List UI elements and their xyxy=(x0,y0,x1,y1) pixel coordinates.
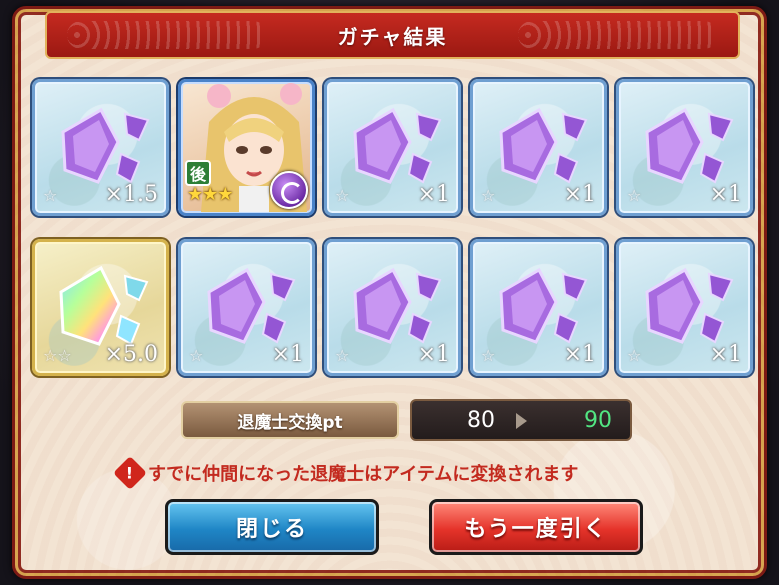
item-count: ×1 xyxy=(271,342,304,367)
item-count: ×1 xyxy=(709,182,742,207)
triangle-right-icon xyxy=(516,413,527,429)
close-button[interactable]: 閉じる xyxy=(165,499,379,555)
item-count: ×1 xyxy=(563,182,596,207)
rarity-star-icon: ☆ xyxy=(189,346,204,365)
item-count: ×1 xyxy=(709,342,742,367)
item-count: ×1 xyxy=(417,182,450,207)
item-count: ×1 xyxy=(417,342,450,367)
draw-again-button[interactable]: もう一度引く xyxy=(429,499,643,555)
page-title: ガチャ結果 xyxy=(337,24,448,49)
rarity-star-icon: ☆ xyxy=(481,186,496,205)
rarity-star-icon: ☆ xyxy=(335,346,350,365)
result-card[interactable]: ☆ ×1 xyxy=(324,239,461,376)
gacha-result-panel: ガチャ結果 ☆ ×1.5 後 ★★★ ☆ ×1 ☆ ×1 ☆ ×1 ☆☆ ×5.… xyxy=(12,6,767,579)
result-row-2: ☆☆ ×5.0 ☆ ×1 ☆ ×1 ☆ ×1 ☆ ×1 xyxy=(32,239,762,379)
notice-text: すでに仲間になった退魔士はアイテムに変換されます xyxy=(148,464,579,485)
points-new: 90 xyxy=(584,408,612,433)
item-count: ×1.5 xyxy=(104,182,158,207)
result-card[interactable]: ☆ ×1 xyxy=(324,79,461,216)
exchange-points-value: 80 90 xyxy=(410,399,632,441)
purple-element-orb-icon xyxy=(270,171,308,209)
exclamation-warning-icon: ! xyxy=(113,456,147,490)
rarity-stars: ★★★ xyxy=(187,184,233,205)
rarity-star-icon: ☆ xyxy=(43,186,58,205)
rarity-star-icon: ☆ xyxy=(481,346,496,365)
class-badge: 後 xyxy=(185,160,211,186)
exchange-points-label: 退魔士交換pt xyxy=(181,401,399,439)
rarity-star-icon: ☆ xyxy=(627,186,642,205)
result-card[interactable]: ☆ ×1 xyxy=(616,79,753,216)
result-card-rare[interactable]: ☆☆ ×5.0 xyxy=(32,239,169,376)
result-row-1: ☆ ×1.5 後 ★★★ ☆ ×1 ☆ ×1 ☆ ×1 xyxy=(32,79,762,219)
points-old: 80 xyxy=(467,408,495,433)
title-bar: ガチャ結果 xyxy=(45,11,740,59)
rarity-star-icon: ☆☆ xyxy=(43,346,72,365)
result-card[interactable]: ☆ ×1 xyxy=(616,239,753,376)
conversion-notice: ! すでに仲間になった退魔士はアイテムに変換されます xyxy=(113,456,718,490)
result-card[interactable]: ☆ ×1.5 xyxy=(32,79,169,216)
result-card-character[interactable]: 後 ★★★ xyxy=(178,79,315,216)
result-card[interactable]: ☆ ×1 xyxy=(470,239,607,376)
result-card[interactable]: ☆ ×1 xyxy=(470,79,607,216)
rarity-star-icon: ☆ xyxy=(335,186,350,205)
result-card[interactable]: ☆ ×1 xyxy=(178,239,315,376)
item-count: ×1 xyxy=(563,342,596,367)
rarity-star-icon: ☆ xyxy=(627,346,642,365)
item-count: ×5.0 xyxy=(104,342,158,367)
